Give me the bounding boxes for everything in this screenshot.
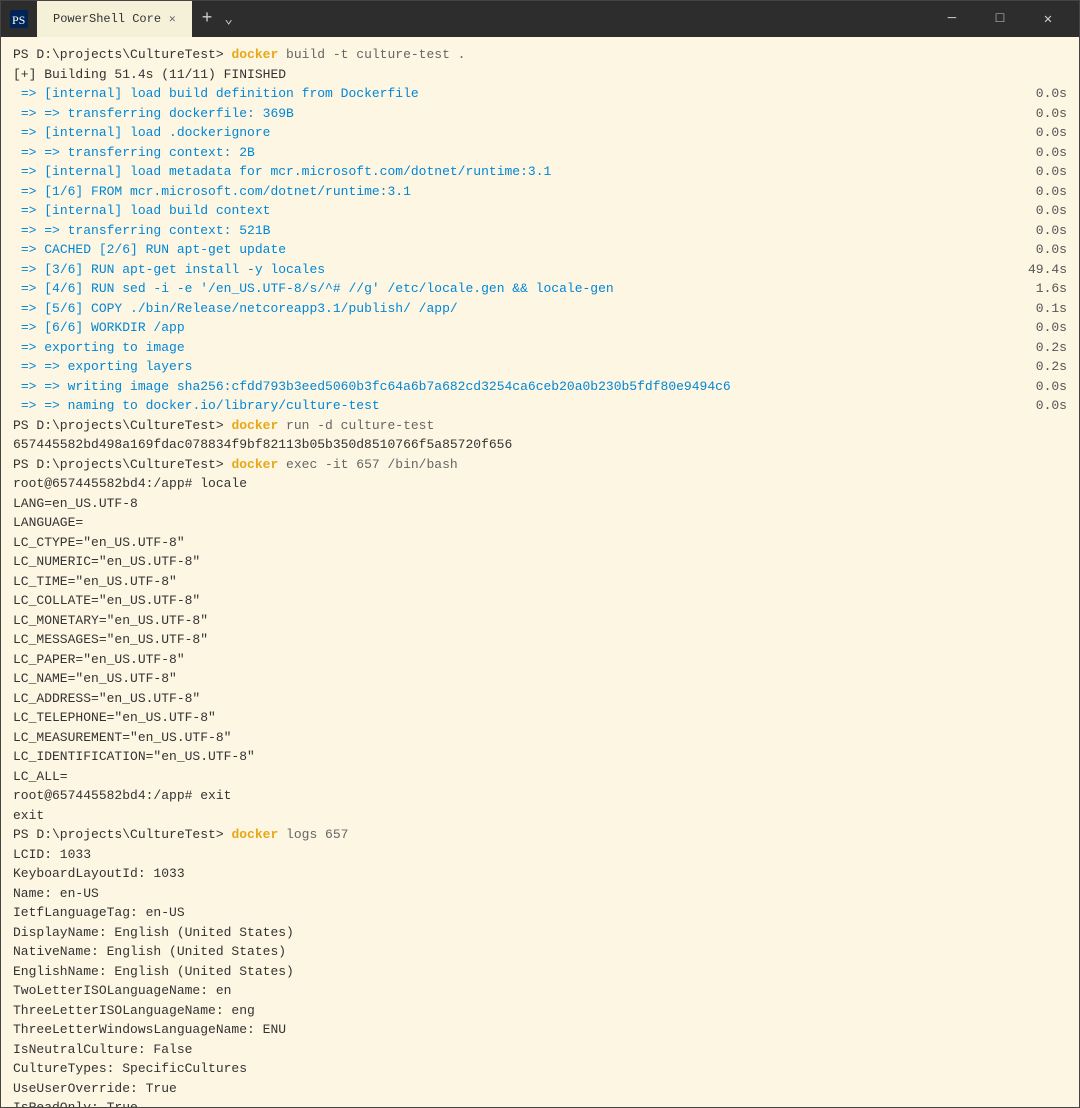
line-26: LC_CTYPE="en_US.UTF-8" xyxy=(13,533,1067,553)
line-40: exit xyxy=(13,806,1067,826)
line-33: LC_NAME="en_US.UTF-8" xyxy=(13,669,1067,689)
line-13: => [4/6] RUN sed -i -e '/en_US.UTF-8/s/^… xyxy=(13,279,1067,299)
line-22: PS D:\projects\CultureTest> docker exec … xyxy=(13,455,1067,475)
line-5: => [internal] load .dockerignore0.0s xyxy=(13,123,1067,143)
line-54: UseUserOverride: True xyxy=(13,1079,1067,1099)
line-44: Name: en-US xyxy=(13,884,1067,904)
line-34: LC_ADDRESS="en_US.UTF-8" xyxy=(13,689,1067,709)
line-10: => => transferring context: 521B0.0s xyxy=(13,221,1067,241)
line-8: => [1/6] FROM mcr.microsoft.com/dotnet/r… xyxy=(13,182,1067,202)
line-21: 657445582bd498a169fdac078834f9bf82113b05… xyxy=(13,435,1067,455)
line-30: LC_MONETARY="en_US.UTF-8" xyxy=(13,611,1067,631)
line-53: CultureTypes: SpecificCultures xyxy=(13,1059,1067,1079)
app-icon: PS xyxy=(9,9,29,29)
line-35: LC_TELEPHONE="en_US.UTF-8" xyxy=(13,708,1067,728)
minimize-button[interactable]: ─ xyxy=(929,1,975,37)
line-3: => [internal] load build definition from… xyxy=(13,84,1067,104)
window-controls: ─ □ ✕ xyxy=(929,1,1071,37)
line-4: => => transferring dockerfile: 369B0.0s xyxy=(13,104,1067,124)
line-39: root@657445582bd4:/app# exit xyxy=(13,786,1067,806)
line-11: => CACHED [2/6] RUN apt-get update0.0s xyxy=(13,240,1067,260)
maximize-button[interactable]: □ xyxy=(977,1,1023,37)
line-49: TwoLetterISOLanguageName: en xyxy=(13,981,1067,1001)
line-28: LC_TIME="en_US.UTF-8" xyxy=(13,572,1067,592)
line-55: IsReadOnly: True xyxy=(13,1098,1067,1107)
line-17: => => exporting layers0.2s xyxy=(13,357,1067,377)
line-23: root@657445582bd4:/app# locale xyxy=(13,474,1067,494)
tab-powershell[interactable]: PowerShell Core ✕ xyxy=(37,1,192,37)
line-36: LC_MEASUREMENT="en_US.UTF-8" xyxy=(13,728,1067,748)
line-42: LCID: 1033 xyxy=(13,845,1067,865)
line-50: ThreeLetterISOLanguageName: eng xyxy=(13,1001,1067,1021)
line-9: => [internal] load build context0.0s xyxy=(13,201,1067,221)
tab-bar: PowerShell Core ✕ + ⌄ xyxy=(37,1,237,37)
line-47: NativeName: English (United States) xyxy=(13,942,1067,962)
line-31: LC_MESSAGES="en_US.UTF-8" xyxy=(13,630,1067,650)
line-19: => => naming to docker.io/library/cultur… xyxy=(13,396,1067,416)
svg-text:PS: PS xyxy=(12,13,25,27)
line-38: LC_ALL= xyxy=(13,767,1067,787)
line-7: => [internal] load metadata for mcr.micr… xyxy=(13,162,1067,182)
line-15: => [6/6] WORKDIR /app0.0s xyxy=(13,318,1067,338)
line-14: => [5/6] COPY ./bin/Release/netcoreapp3.… xyxy=(13,299,1067,319)
tab-label: PowerShell Core xyxy=(53,12,161,26)
line-12: => [3/6] RUN apt-get install -y locales4… xyxy=(13,260,1067,280)
line-48: EnglishName: English (United States) xyxy=(13,962,1067,982)
new-tab-button[interactable]: + xyxy=(194,9,221,29)
line-16: => exporting to image0.2s xyxy=(13,338,1067,358)
line-25: LANGUAGE= xyxy=(13,513,1067,533)
line-43: KeyboardLayoutId: 1033 xyxy=(13,864,1067,884)
line-32: LC_PAPER="en_US.UTF-8" xyxy=(13,650,1067,670)
line-27: LC_NUMERIC="en_US.UTF-8" xyxy=(13,552,1067,572)
terminal-output[interactable]: PS D:\projects\CultureTest> docker build… xyxy=(1,37,1079,1107)
line-37: LC_IDENTIFICATION="en_US.UTF-8" xyxy=(13,747,1067,767)
line-24: LANG=en_US.UTF-8 xyxy=(13,494,1067,514)
line-6: => => transferring context: 2B0.0s xyxy=(13,143,1067,163)
line-45: IetfLanguageTag: en-US xyxy=(13,903,1067,923)
tab-close-button[interactable]: ✕ xyxy=(169,12,176,26)
line-29: LC_COLLATE="en_US.UTF-8" xyxy=(13,591,1067,611)
line-1: PS D:\projects\CultureTest> docker build… xyxy=(13,45,1067,65)
tab-scroll-button[interactable]: ⌄ xyxy=(220,11,236,28)
window: PS PowerShell Core ✕ + ⌄ ─ □ ✕ PS D:\pro… xyxy=(0,0,1080,1108)
close-button[interactable]: ✕ xyxy=(1025,1,1071,37)
line-41: PS D:\projects\CultureTest> docker logs … xyxy=(13,825,1067,845)
line-46: DisplayName: English (United States) xyxy=(13,923,1067,943)
line-51: ThreeLetterWindowsLanguageName: ENU xyxy=(13,1020,1067,1040)
line-20: PS D:\projects\CultureTest> docker run -… xyxy=(13,416,1067,436)
line-2: [+] Building 51.4s (11/11) FINISHED xyxy=(13,65,1067,85)
line-18: => => writing image sha256:cfdd793b3eed5… xyxy=(13,377,1067,397)
line-52: IsNeutralCulture: False xyxy=(13,1040,1067,1060)
titlebar: PS PowerShell Core ✕ + ⌄ ─ □ ✕ xyxy=(1,1,1079,37)
